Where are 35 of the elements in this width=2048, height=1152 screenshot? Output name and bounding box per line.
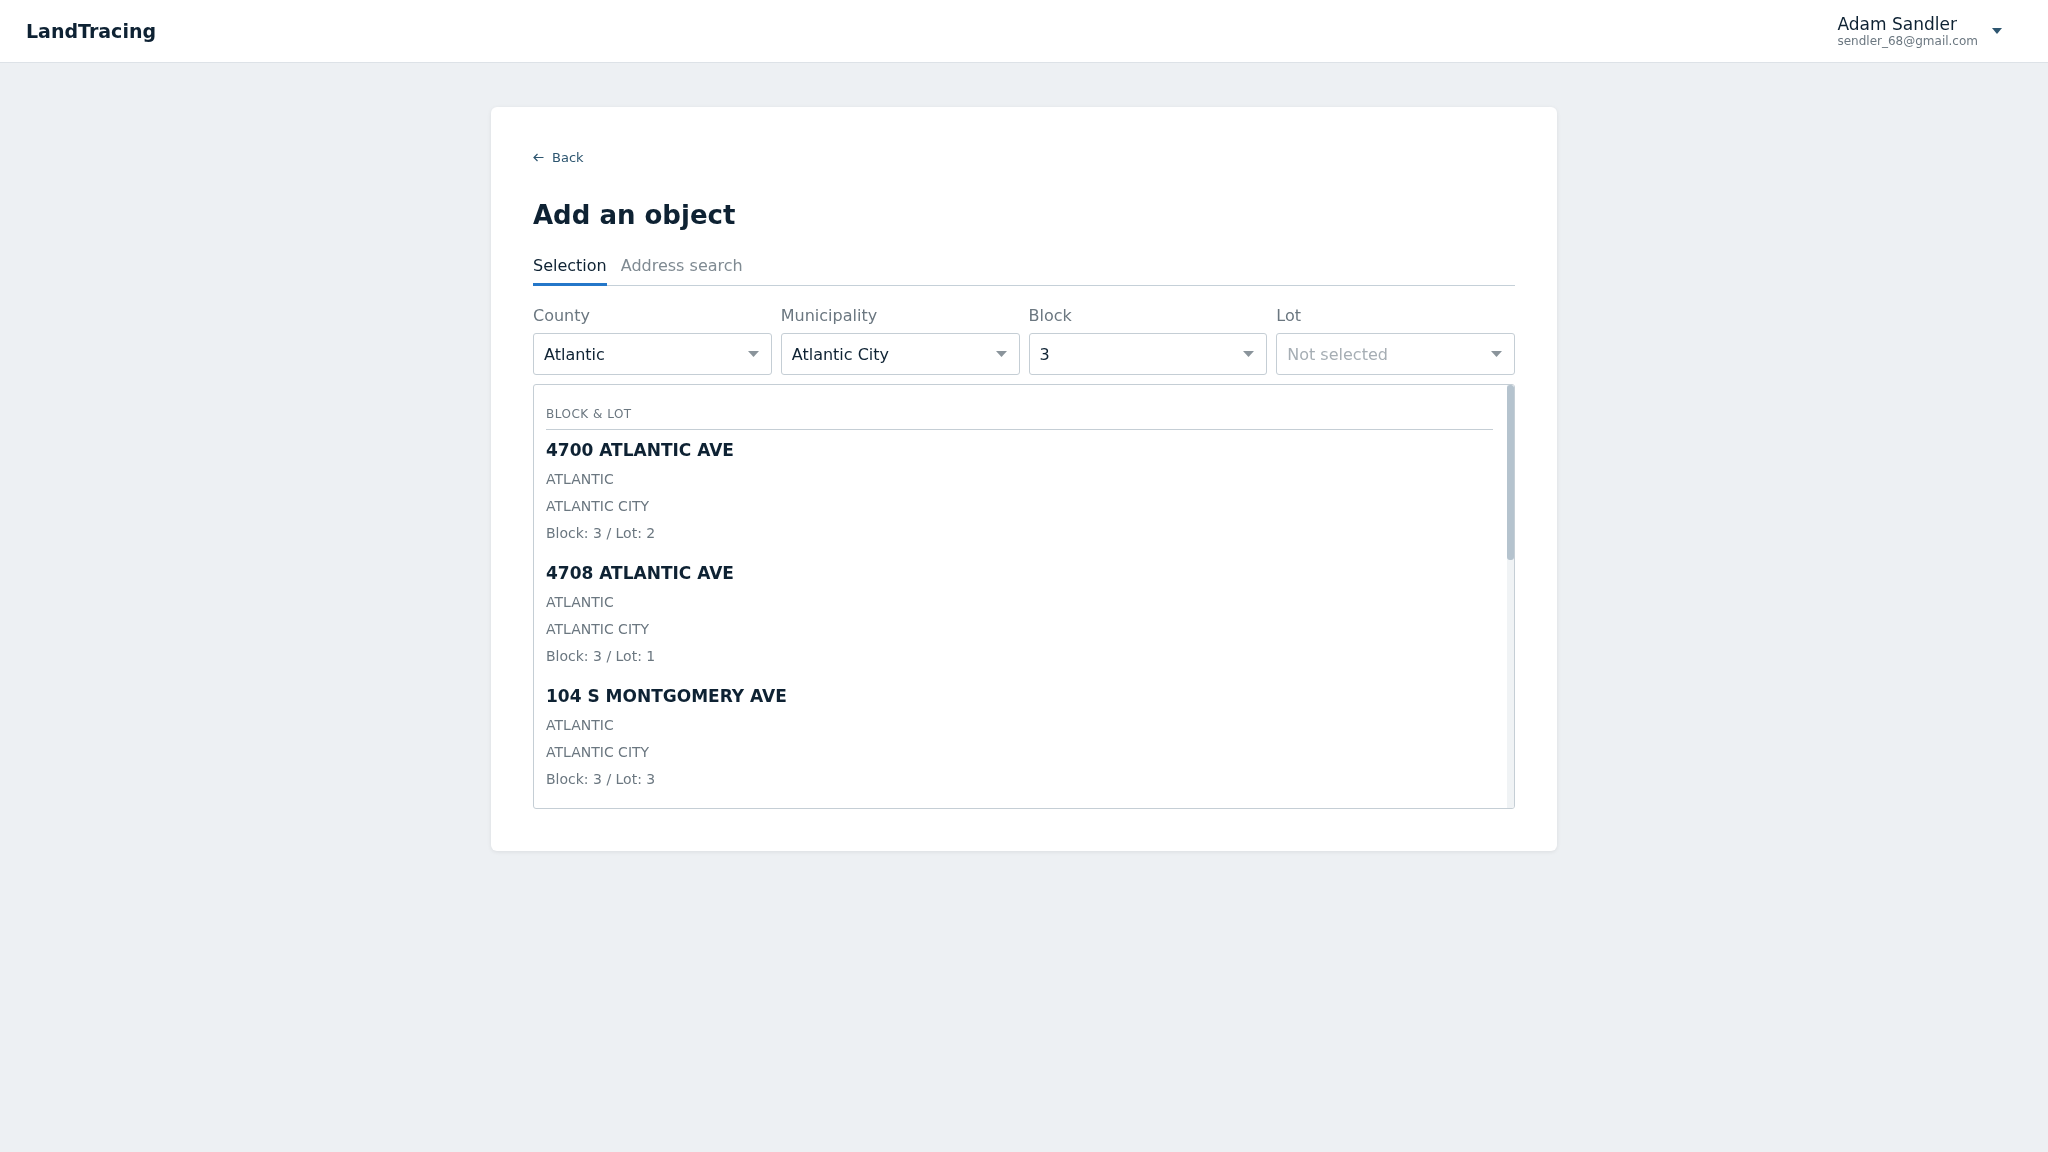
result-city: ATLANTIC CITY [546,743,651,762]
user-email: sendler_68@gmail.com [1837,34,1978,48]
select-field[interactable]: 3 [1028,333,1268,375]
caret-icon[interactable] [1992,28,2002,34]
caret-icon [1243,351,1255,357]
user-name: Adam Sandler [1837,14,1958,34]
result-block-lot: Block: 3 / Lot: 1 [546,647,657,666]
caret-icon [995,351,1007,357]
result-address[interactable]: 4708 ATLANTIC AVE [546,563,1493,583]
select-field[interactable]: Atlantic City [780,333,1020,375]
tab[interactable]: Selection [533,256,607,286]
scrollbar-thumb[interactable] [1507,385,1514,560]
caret-icon [1491,351,1502,357]
result-county: ATLANTIC [546,470,615,489]
logo: LandTracing [26,20,157,42]
caret-icon [747,351,759,357]
field-label: Block [1028,306,1073,325]
back-link[interactable]: Back [533,150,584,165]
result-block-lot: Block: 3 / Lot: 2 [546,524,657,543]
arrow-left-icon [533,153,544,162]
result-address[interactable]: 4700 ATLANTIC AVE [546,440,1493,460]
select-field[interactable]: Atlantic [533,333,772,375]
scrollbar[interactable] [1507,385,1514,808]
tab[interactable]: Address search [620,256,743,286]
result-city: ATLANTIC CITY [546,620,651,639]
result-address[interactable]: 104 S MONTGOMERY AVE [546,686,1493,706]
result-county: ATLANTIC [546,593,615,612]
result-city: ATLANTIC CITY [546,497,651,516]
result-block-lot: Block: 3 / Lot: 3 [546,770,657,789]
field-label: County [533,306,591,325]
field-label: Municipality [780,306,879,325]
list-heading: BLOCK & LOT [546,407,1493,430]
page-title: Add an object [533,200,737,230]
result-county: ATLANTIC [546,716,615,735]
field-label: Lot [1276,306,1302,325]
